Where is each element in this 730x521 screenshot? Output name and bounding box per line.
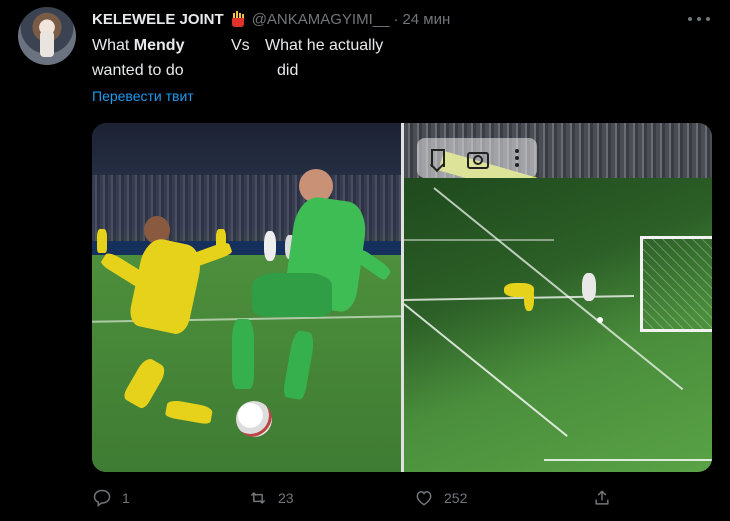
retweet-icon (250, 492, 266, 504)
text-wanted-to-do: wanted to do (92, 62, 184, 79)
text-vs: Vs (231, 37, 250, 54)
reply-count: 1 (122, 490, 130, 506)
like-button[interactable]: 252 (414, 488, 467, 508)
avatar[interactable] (18, 7, 76, 65)
text-did: did (277, 62, 299, 79)
text-what-he-actually: What he actually (265, 37, 384, 54)
reply-button[interactable]: 1 (92, 488, 130, 508)
tweet-text-line1: What Mendy (92, 36, 184, 56)
display-name[interactable]: KELEWELE JOINT (92, 11, 224, 28)
media-left-image[interactable] (92, 123, 401, 472)
reply-icon (93, 489, 111, 508)
retweet-count: 23 (278, 490, 294, 506)
tweet-media[interactable] (92, 123, 712, 472)
text-what: What (92, 37, 134, 54)
like-count: 252 (444, 490, 468, 506)
heart-icon (416, 490, 432, 506)
goal-net (640, 236, 712, 332)
share-button[interactable] (592, 488, 622, 508)
translate-tweet-link[interactable]: Перевести твит (92, 88, 194, 104)
separator-dot: · (393, 10, 399, 28)
share-icon (595, 490, 609, 505)
bookmark-icon[interactable] (426, 147, 448, 169)
tweet-actions: 1 23 252 (92, 488, 712, 512)
tweet-time[interactable]: 24 мин (402, 11, 450, 28)
camera-icon[interactable] (466, 147, 489, 169)
fries-emoji-icon (230, 11, 246, 27)
tweet-header: KELEWELE JOINT @ANKAMAGYIMI__ · 24 мин (92, 9, 450, 29)
media-toolbar (417, 138, 537, 178)
user-handle[interactable]: @ANKAMAGYIMI__ (252, 11, 390, 28)
retweet-button[interactable]: 23 (248, 488, 294, 508)
more-options-icon[interactable] (688, 10, 710, 28)
more-vertical-icon[interactable] (506, 147, 528, 169)
text-mendy: Mendy (133, 37, 185, 54)
